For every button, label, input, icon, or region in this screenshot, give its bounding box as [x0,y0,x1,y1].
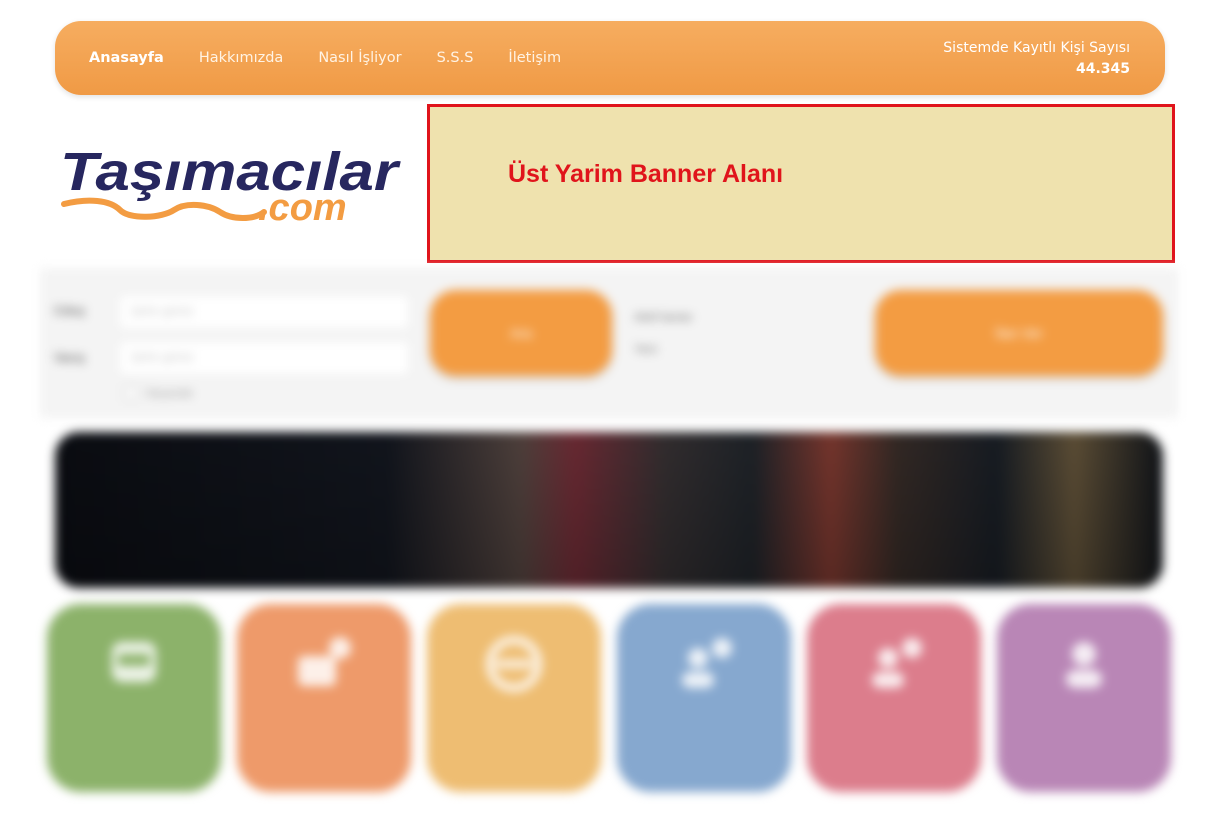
logo-graphic: Taşımacılar .com [60,142,401,229]
tile-5[interactable] [807,604,981,792]
search-panel: Cıkış Şehir giriniz Varış Şehir giriniz … [40,268,1178,418]
logo-brand-text: Taşımacılar [60,142,401,202]
user-icon [1066,642,1102,688]
top-banner-text: Üst Yarim Banner Alanı [508,160,784,188]
post-listing-button[interactable]: İlan Ver [875,290,1163,376]
registered-count: 44.345 [1075,61,1130,77]
from-label: Cıkış [54,303,86,318]
from-input[interactable]: Şehir giriniz [118,294,410,330]
to-placeholder: Şehir giriniz [131,350,194,364]
tile-3[interactable] [427,604,601,792]
to-input[interactable]: Şehir giriniz [118,340,410,376]
search-button[interactable]: Ara [430,290,612,376]
nav-link-how-it-works[interactable]: Nasıl İşliyor [318,50,401,66]
registered-counter: Sistemde Kayıtlı Kişi Sayısı 44.345 [943,38,1130,80]
logo-suffix-text: .com [258,187,347,229]
to-label: Varış [54,350,86,365]
top-banner-area[interactable]: Üst Yarim Banner Alanı [427,104,1175,263]
nav-link-contact[interactable]: İletişim [508,50,561,66]
tile-6[interactable] [997,604,1171,792]
user-plus-icon [872,638,922,688]
logo-road-swoosh [61,197,267,221]
option-checkbox-label: Seçenek [146,386,193,400]
top-nav-bar: Anasayfa Hakkımızda Nasıl İşliyor S.S.S … [55,21,1165,95]
nav-link-about[interactable]: Hakkımızda [199,50,283,66]
tile-4[interactable] [617,604,791,792]
truck-icon [112,642,156,682]
nav-link-home[interactable]: Anasayfa [89,50,164,66]
site-logo[interactable]: Taşımacılar .com [58,128,408,238]
category-tiles [47,604,1177,794]
option-checkbox[interactable] [124,386,138,400]
hero-slider-image[interactable] [55,432,1163,588]
steering-wheel-icon [486,636,542,692]
tile-1[interactable] [47,604,221,792]
from-placeholder: Şehir giriniz [131,304,194,318]
nav-link-faq[interactable]: S.S.S [437,50,474,66]
team-truck-icon [298,637,351,686]
hero-overlay [55,432,1163,588]
info-line-2: Yeni [634,342,657,356]
registered-label: Sistemde Kayıtlı Kişi Sayısı [943,40,1130,56]
user-plus-icon [682,638,732,688]
nav-links: Anasayfa Hakkımızda Nasıl İşliyor S.S.S … [89,21,596,95]
tile-2[interactable] [237,604,411,792]
info-line-1: Aktif ilanlar [634,310,693,324]
